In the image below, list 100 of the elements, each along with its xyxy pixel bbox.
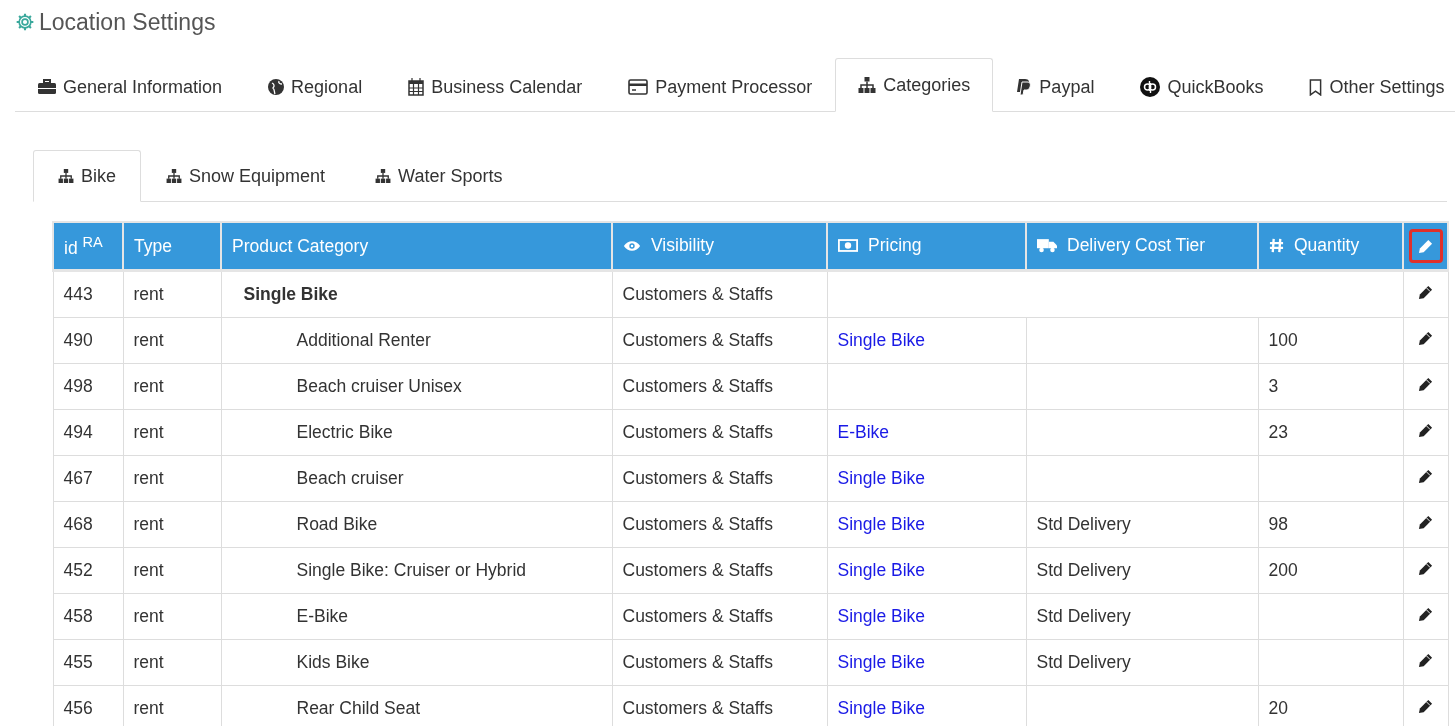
table-cell: Customers & Staffs <box>612 547 827 594</box>
eye-icon <box>623 239 641 252</box>
table-cell: Customers & Staffs <box>612 363 827 410</box>
table-cell: Electric Bike <box>221 409 612 456</box>
pencil-icon[interactable] <box>1418 561 1433 576</box>
pricing-link[interactable]: Single Bike <box>837 468 926 488</box>
quickbooks-icon <box>1140 77 1161 97</box>
column-header: Pricing <box>827 222 1026 271</box>
pencil-icon[interactable] <box>1418 515 1433 530</box>
banknote-icon <box>838 239 858 252</box>
pricing-link[interactable]: Single Bike <box>837 330 926 350</box>
column-header: Delivery Cost Tier <box>1026 222 1258 271</box>
column-header: id $^{RA}$ <box>53 222 123 271</box>
pencil-icon[interactable] <box>1418 377 1433 392</box>
sitemap-icon <box>166 169 182 183</box>
page-title: Location Settings <box>39 8 216 36</box>
pencil-icon[interactable] <box>1418 331 1433 346</box>
pricing-link[interactable]: Single Bike <box>837 606 926 626</box>
table-cell: Beach cruiser <box>221 455 612 502</box>
hash-icon <box>1269 237 1284 253</box>
table-cell: 98 <box>1268 514 1288 534</box>
table-cell: Customers & Staffs <box>612 317 827 364</box>
paypal-icon <box>1016 78 1033 96</box>
table-cell: rent <box>123 639 221 686</box>
table-cell: Customers & Staffs <box>612 639 827 686</box>
table-cell: 467 <box>53 455 123 502</box>
column-header: Product Category <box>221 222 612 271</box>
table-cell: Beach cruiser Unisex <box>221 363 612 410</box>
table-cell: 468 <box>53 501 123 548</box>
table-cell: Single Bike <box>221 270 612 318</box>
pricing-link[interactable]: Single Bike <box>837 652 926 672</box>
category-tab[interactable]: Water Sports <box>350 150 528 201</box>
table-cell: 100 <box>1268 330 1298 350</box>
table-cell: Customers & Staffs <box>612 501 827 548</box>
pricing-link[interactable]: Single Bike <box>837 514 926 534</box>
category-tab[interactable]: Snow Equipment <box>141 150 351 201</box>
table-cell: Single Bike: Cruiser or Hybrid <box>221 547 612 594</box>
sitemap-icon <box>58 169 74 183</box>
truck-icon <box>1037 237 1057 253</box>
table-cell: Customers & Staffs <box>612 455 827 502</box>
table-cell: rent <box>123 501 221 548</box>
table-cell: 200 <box>1268 560 1298 580</box>
table-cell: 20 <box>1268 698 1288 718</box>
pencil-icon[interactable] <box>1418 607 1433 622</box>
credit-card-icon <box>628 79 649 95</box>
table-cell: Std Delivery <box>1036 606 1131 626</box>
table-cell: rent <box>123 547 221 594</box>
table-cell: Kids Bike <box>221 639 612 686</box>
table-cell: rent <box>123 409 221 456</box>
edit-column-button[interactable] <box>1408 229 1443 263</box>
table-cell: 494 <box>53 409 123 456</box>
table-cell: 3 <box>1268 376 1279 396</box>
table-cell: Road Bike <box>221 501 612 548</box>
settings-tab[interactable]: Business Calendar <box>385 61 606 112</box>
settings-tab[interactable]: Paypal <box>993 61 1118 112</box>
pricing-link[interactable]: Single Bike <box>837 560 926 580</box>
pencil-icon[interactable] <box>1418 699 1433 714</box>
sitemap-icon <box>858 77 877 93</box>
gear-icon <box>15 12 35 32</box>
table-cell: 455 <box>53 639 123 686</box>
table-cell: Customers & Staffs <box>612 409 827 456</box>
column-header: Type <box>123 222 221 271</box>
table-cell: 452 <box>53 547 123 594</box>
pencil-icon[interactable] <box>1418 469 1433 484</box>
sitemap-icon <box>375 169 392 183</box>
table-cell: 456 <box>53 685 123 726</box>
calendar-icon <box>408 78 425 96</box>
settings-tab[interactable]: Categories <box>835 58 994 112</box>
table-cell: Std Delivery <box>1036 652 1131 672</box>
table-cell: 490 <box>53 317 123 364</box>
table-cell: rent <box>123 363 221 410</box>
pencil-icon[interactable] <box>1418 423 1433 438</box>
table-cell: 498 <box>53 363 123 410</box>
pencil-icon[interactable] <box>1418 653 1433 668</box>
table-cell: 458 <box>53 593 123 640</box>
table-cell: rent <box>123 317 221 364</box>
column-header: Quantity <box>1258 222 1403 271</box>
bookmark-icon <box>1309 78 1323 96</box>
table-cell: Additional Renter <box>221 317 612 364</box>
settings-tab[interactable]: Payment Processor <box>605 61 836 112</box>
column-header: Visibility <box>612 222 827 271</box>
table-cell: E-Bike <box>221 593 612 640</box>
globe-icon <box>268 79 285 95</box>
pencil-icon <box>1418 238 1433 254</box>
table-cell: Customers & Staffs <box>612 270 827 318</box>
category-tab[interactable]: Bike <box>33 150 141 202</box>
table-cell: Std Delivery <box>1036 560 1131 580</box>
briefcase-icon <box>38 79 56 95</box>
settings-tab[interactable]: Other Settings <box>1286 61 1455 112</box>
pricing-link[interactable]: E-Bike <box>837 422 890 442</box>
table-cell: rent <box>123 455 221 502</box>
table-cell: Customers & Staffs <box>612 593 827 640</box>
settings-tab[interactable]: General Information <box>15 61 246 112</box>
settings-tab[interactable]: QuickBooks <box>1117 61 1287 112</box>
table-cell: rent <box>123 593 221 640</box>
pencil-icon[interactable] <box>1418 285 1433 300</box>
table-cell: Std Delivery <box>1036 514 1131 534</box>
table-cell: 23 <box>1268 422 1288 442</box>
settings-tab[interactable]: Regional <box>245 61 386 112</box>
table-cell: 443 <box>53 270 123 318</box>
